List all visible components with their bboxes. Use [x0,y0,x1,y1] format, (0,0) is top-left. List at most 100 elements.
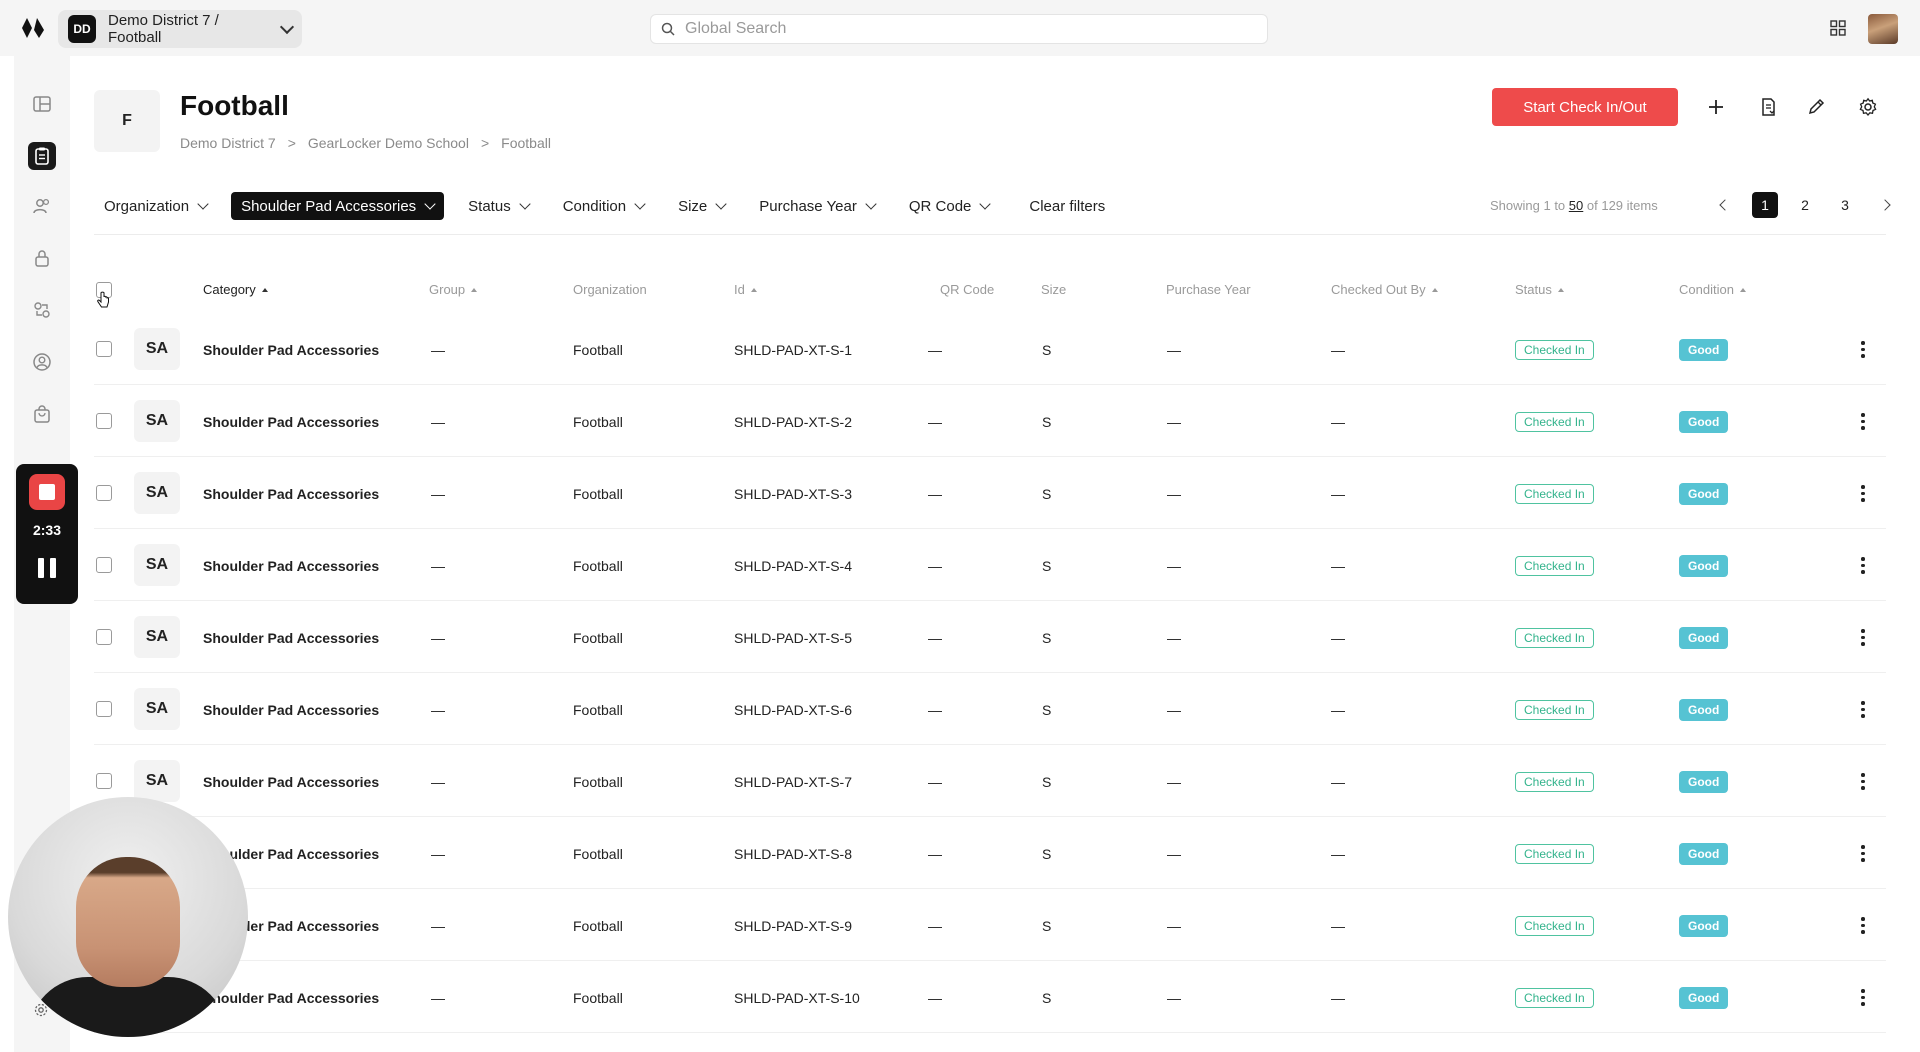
pause-recording-button[interactable] [38,558,56,578]
export-report-button[interactable] [1757,96,1779,118]
item-group: — [431,917,445,934]
table-row[interactable]: SA Shoulder Pad Accessories — Football S… [94,818,1886,889]
row-actions-button[interactable] [1848,530,1878,601]
table-row[interactable]: SA Shoulder Pad Accessories — Football S… [94,458,1886,529]
filter-category[interactable]: Shoulder Pad Accessories [231,192,445,220]
item-category[interactable]: Shoulder Pad Accessories [203,530,379,601]
item-category[interactable]: Shoulder Pad Accessories [203,602,379,673]
row-checkbox[interactable] [96,413,112,429]
item-category[interactable]: Shoulder Pad Accessories [203,674,379,745]
column-category[interactable]: Category [203,282,268,297]
page-size-selector[interactable]: 50 [1569,198,1583,213]
user-avatar[interactable] [1868,14,1898,44]
breadcrumb-school[interactable]: GearLocker Demo School [308,135,469,151]
row-actions-button[interactable] [1848,962,1878,1033]
row-checkbox[interactable] [96,485,112,501]
item-size: S [1042,629,1052,646]
edit-button[interactable] [1805,96,1827,118]
row-actions-button[interactable] [1848,818,1878,889]
apps-grid-icon[interactable] [1830,20,1846,36]
filter-size[interactable]: Size [668,192,735,220]
column-group[interactable]: Group [429,282,478,297]
row-actions-button[interactable] [1848,314,1878,385]
filter-organization[interactable]: Organization [94,192,217,220]
filter-qr-code[interactable]: QR Code [899,192,1000,220]
sidebar-item-lockers[interactable] [28,244,56,272]
sidebar-item-transfers[interactable] [28,296,56,324]
sort-ascending-icon [261,287,268,292]
global-search[interactable] [650,14,1268,44]
layout-icon [33,96,51,112]
table-header: Category Group Organization Id QR Code S… [94,276,1886,304]
column-checked-out-by[interactable]: Checked Out By [1331,282,1438,297]
plus-icon [1709,100,1723,114]
gear-icon[interactable] [34,1003,48,1017]
user-circle-icon [33,353,51,371]
page-1-button[interactable]: 1 [1752,192,1778,218]
table-row[interactable]: SA Shoulder Pad Accessories — Football S… [94,674,1886,745]
sort-icon [750,287,757,292]
chevron-left-icon [1719,199,1731,211]
row-actions-button[interactable] [1848,458,1878,529]
table-row[interactable]: SA Shoulder Pad Accessories — Football S… [94,602,1886,673]
item-group: — [431,341,445,358]
table-row[interactable]: SA Shoulder Pad Accessories — Football S… [94,962,1886,1033]
row-checkbox[interactable] [96,629,112,645]
row-checkbox[interactable] [96,701,112,717]
next-page-button[interactable] [1872,192,1898,218]
table-row[interactable]: SA Shoulder Pad Accessories — Football S… [94,890,1886,961]
item-category[interactable]: Shoulder Pad Accessories [203,314,379,385]
page-2-button[interactable]: 2 [1792,192,1818,218]
sidebar-item-dashboard[interactable] [28,90,56,118]
stop-recording-button[interactable] [29,474,65,510]
row-checkbox[interactable] [96,341,112,357]
row-actions-button[interactable] [1848,602,1878,673]
column-id[interactable]: Id [734,282,757,297]
filter-purchase-year[interactable]: Purchase Year [749,192,885,220]
filter-bar: Organization Shoulder Pad Accessories St… [94,192,1129,220]
chevron-right-icon [1879,199,1891,211]
search-input[interactable] [685,20,1245,38]
column-label: QR Code [940,282,995,297]
table-row[interactable]: SA Shoulder Pad Accessories — Football S… [94,530,1886,601]
item-purchase-year: — [1167,701,1181,718]
item-id: SHLD-PAD-XT-S-5 [734,629,852,646]
row-actions-button[interactable] [1848,746,1878,817]
table-row[interactable]: SA Shoulder Pad Accessories — Football S… [94,746,1886,817]
breadcrumb-district[interactable]: Demo District 7 [180,135,276,151]
settings-button[interactable] [1857,96,1879,118]
row-checkbox[interactable] [96,773,112,789]
page-3-button[interactable]: 3 [1832,192,1858,218]
sidebar-item-inventory[interactable] [28,142,56,170]
row-actions-button[interactable] [1848,674,1878,745]
item-category[interactable]: Shoulder Pad Accessories [203,746,379,817]
start-check-in-out-button[interactable]: Start Check In/Out [1492,88,1678,126]
item-category[interactable]: Shoulder Pad Accessories [203,458,379,529]
item-organization: Football [573,845,623,862]
item-checked-out-by: — [1331,557,1345,574]
clear-filters-button[interactable]: Clear filters [1019,192,1115,220]
column-condition[interactable]: Condition [1679,282,1746,297]
status-badge: Checked In [1515,339,1594,360]
mouse-pointer-icon [97,291,109,308]
table-row[interactable]: SA Shoulder Pad Accessories — Football S… [94,314,1886,385]
chevron-down-icon [865,198,877,210]
table-row[interactable]: SA Shoulder Pad Accessories — Football S… [94,386,1886,457]
sidebar-item-store[interactable] [28,400,56,428]
filter-status[interactable]: Status [458,192,539,220]
app-logo-icon[interactable] [20,16,46,40]
item-id: SHLD-PAD-XT-S-7 [734,773,852,790]
previous-page-button[interactable] [1712,192,1738,218]
webcam-overlay[interactable] [8,797,248,1037]
row-checkbox[interactable] [96,557,112,573]
add-button[interactable] [1705,96,1727,118]
item-id: SHLD-PAD-XT-S-3 [734,485,852,502]
column-status[interactable]: Status [1515,282,1564,297]
sidebar-item-profile[interactable] [28,348,56,376]
sidebar-item-people[interactable] [28,192,56,220]
row-actions-button[interactable] [1848,386,1878,457]
filter-condition[interactable]: Condition [553,192,654,220]
item-category[interactable]: Shoulder Pad Accessories [203,386,379,457]
row-actions-button[interactable] [1848,890,1878,961]
organization-switcher[interactable]: DD Demo District 7 / Football [58,10,302,48]
